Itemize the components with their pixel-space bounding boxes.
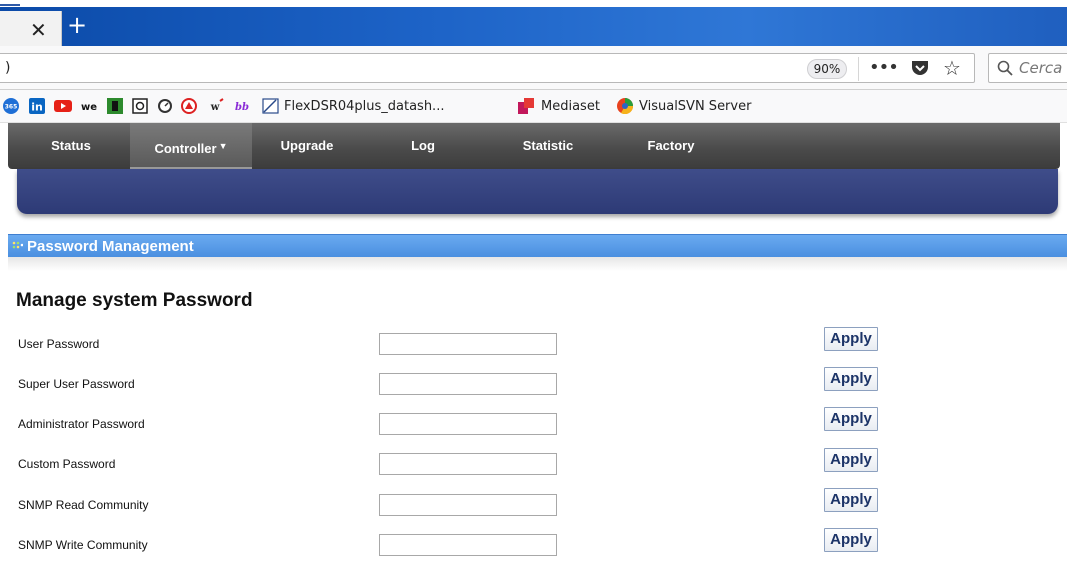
nav-item-label: Factory	[647, 138, 695, 153]
nav-item-label: Status	[51, 138, 91, 153]
svg-text:we: we	[81, 102, 97, 113]
bookmark-label[interactable]: VisualSVN Server	[639, 99, 751, 114]
visualsvn-icon[interactable]	[617, 98, 633, 114]
address-text: )	[5, 60, 11, 76]
pocket-icon[interactable]	[911, 60, 929, 76]
header-banner	[17, 169, 1058, 214]
search-icon	[997, 60, 1013, 76]
nav-item-label: Statistic	[522, 138, 574, 153]
search-box[interactable]: Cerca	[988, 53, 1067, 83]
chevron-down-icon: ▼	[218, 141, 228, 151]
custom-password-label: Custom Password	[18, 457, 116, 471]
bookmark-label[interactable]: Mediaset	[541, 99, 600, 114]
document-caption	[0, 0, 1067, 7]
zoom-level-badge[interactable]: 90%	[807, 59, 847, 79]
gauge-icon[interactable]	[157, 98, 173, 114]
svg-text:bb: bb	[235, 102, 249, 113]
svg-text:w: w	[210, 102, 220, 113]
nav-item-label: Log	[411, 138, 435, 153]
divider	[858, 57, 859, 81]
mediaset-icon[interactable]	[518, 98, 534, 114]
main-navigation: Status Controller ▼ Upgrade Log Statistic…	[8, 123, 1060, 169]
image-bookmark-icon[interactable]	[132, 98, 148, 114]
browser-tab-strip: ✕ +	[0, 7, 1067, 46]
snmp-write-community-input[interactable]	[379, 534, 557, 556]
address-bar[interactable]: ) 90% ••• ☆	[0, 53, 975, 83]
browser-tab[interactable]: ✕	[0, 11, 62, 46]
bookmark-label[interactable]: FlexDSR04plus_datash...	[284, 99, 444, 114]
apply-snmp-write-community-button[interactable]: Apply	[824, 528, 878, 552]
dots-icon	[12, 241, 23, 249]
search-placeholder: Cerca	[1019, 59, 1063, 77]
super-user-password-label: Super User Password	[18, 377, 135, 391]
green-bookmark-icon[interactable]	[107, 98, 123, 114]
section-header: Password Management	[8, 234, 1067, 257]
bookmark-star-icon[interactable]: ☆	[943, 56, 961, 80]
administrator-password-input[interactable]	[379, 413, 557, 435]
browser-toolbar: ) 90% ••• ☆ Cerca	[0, 46, 1067, 90]
nav-item-label: Controller	[154, 141, 217, 156]
section-title: Password Management	[27, 238, 194, 255]
nav-item-log[interactable]: Log	[400, 123, 446, 169]
svg-text:in: in	[31, 101, 43, 114]
section-shadow	[8, 257, 1067, 271]
apply-administrator-password-button[interactable]: Apply	[824, 407, 878, 431]
administrator-password-label: Administrator Password	[18, 417, 145, 431]
super-user-password-input[interactable]	[379, 373, 557, 395]
dictionary-icon[interactable]: bb	[233, 98, 251, 114]
youtube-icon[interactable]	[54, 98, 72, 114]
apply-super-user-password-button[interactable]: Apply	[824, 367, 878, 391]
nav-item-status[interactable]: Status	[36, 123, 106, 169]
apply-custom-password-button[interactable]: Apply	[824, 448, 878, 472]
wetransfer-icon[interactable]: we	[80, 98, 98, 114]
more-actions-icon[interactable]: •••	[869, 56, 899, 80]
caption-underline	[0, 4, 20, 6]
plus-icon[interactable]: +	[67, 13, 87, 37]
linkedin-icon[interactable]: in	[29, 98, 45, 114]
snmp-read-community-label: SNMP Read Community	[18, 498, 149, 512]
custom-password-input[interactable]	[379, 453, 557, 475]
nav-item-factory[interactable]: Factory	[636, 123, 706, 169]
nav-item-controller[interactable]: Controller ▼	[130, 123, 252, 169]
nav-item-label: Upgrade	[280, 138, 334, 153]
snmp-write-community-label: SNMP Write Community	[18, 538, 148, 552]
apply-snmp-read-community-button[interactable]: Apply	[824, 488, 878, 512]
close-icon[interactable]: ✕	[30, 20, 47, 40]
flexdsr-icon[interactable]	[262, 98, 280, 114]
apply-user-password-button[interactable]: Apply	[824, 327, 878, 351]
nav-item-upgrade[interactable]: Upgrade	[272, 123, 342, 169]
snmp-read-community-input[interactable]	[379, 494, 557, 516]
user-password-input[interactable]	[379, 333, 557, 355]
user-password-label: User Password	[18, 337, 100, 351]
nav-item-statistic[interactable]: Statistic	[513, 123, 583, 169]
form-title: Manage system Password	[16, 290, 253, 311]
svg-text:365: 365	[5, 104, 18, 111]
red-circle-icon[interactable]	[181, 98, 197, 114]
wordreference-icon[interactable]: w	[207, 98, 225, 114]
bookmarks-bar: 365 in we w bb FlexDSR04plus_datash... M…	[0, 90, 1067, 123]
office365-icon[interactable]: 365	[3, 98, 19, 114]
